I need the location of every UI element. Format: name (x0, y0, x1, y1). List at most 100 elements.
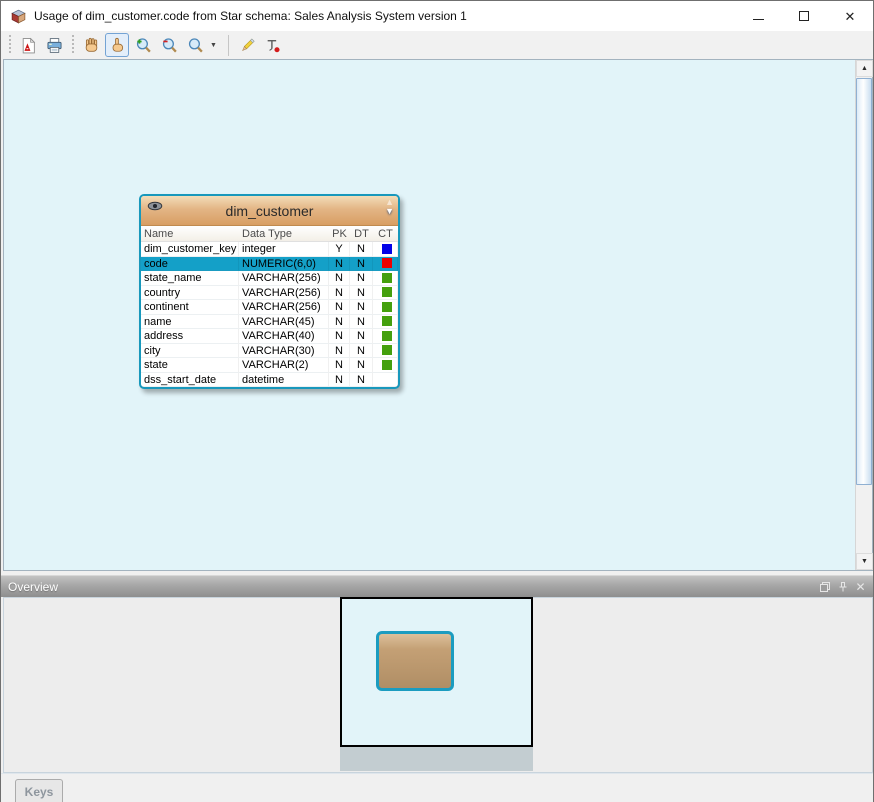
zoom-dropdown-arrow[interactable]: ▼ (208, 42, 222, 49)
cell-datatype: VARCHAR(256) (239, 286, 329, 301)
cell-dt: N (350, 315, 373, 330)
toolbar-separator (228, 35, 229, 56)
toolbar-grip[interactable] (70, 35, 75, 55)
trace-usage-button[interactable] (262, 33, 286, 57)
overview-panel-buttons: ✕ (818, 576, 867, 598)
table-row[interactable]: nameVARCHAR(45)NN (141, 315, 398, 330)
cell-name: name (141, 315, 239, 330)
printer-icon (46, 37, 63, 54)
minimize-button[interactable] (735, 1, 781, 31)
maximize-button[interactable] (781, 1, 827, 31)
table-row[interactable]: codeNUMERIC(6,0)NN (141, 257, 398, 272)
minimap-entity-shape[interactable] (376, 631, 454, 691)
app-window: Usage of dim_customer.code from Star sch… (0, 0, 874, 802)
cell-pk: N (329, 257, 350, 272)
overview-minimap[interactable] (340, 597, 533, 771)
minimize-icon (753, 19, 764, 20)
scroll-up-button[interactable]: ▲ (856, 60, 873, 77)
table-row[interactable]: cityVARCHAR(30)NN (141, 344, 398, 359)
cell-pk: N (329, 329, 350, 344)
window-controls: ✕ (735, 1, 873, 31)
titlebar: Usage of dim_customer.code from Star sch… (1, 1, 873, 31)
cell-name: code (141, 257, 239, 272)
cell-pk: N (329, 358, 350, 373)
float-panel-button[interactable] (818, 581, 831, 594)
magnifier-icon (187, 37, 204, 54)
float-window-icon (819, 581, 831, 593)
table-row[interactable]: addressVARCHAR(40)NN (141, 329, 398, 344)
table-row[interactable]: dss_start_datedatetimeNN (141, 373, 398, 388)
table-row[interactable]: state_nameVARCHAR(256)NN (141, 271, 398, 286)
pointing-hand-icon (109, 37, 126, 54)
export-pdf-button[interactable] (16, 33, 40, 57)
column-type-chip (382, 244, 392, 254)
expand-down-icon[interactable]: ▼ (385, 207, 394, 216)
table-row[interactable]: dim_customer_keyintegerYN (141, 242, 398, 257)
column-type-chip (382, 302, 392, 312)
minimap-viewport[interactable] (340, 597, 533, 747)
magnifier-plus-icon (135, 37, 152, 54)
entity-rows: dim_customer_keyintegerYNcodeNUMERIC(6,0… (141, 242, 398, 387)
select-tool-button[interactable] (105, 33, 129, 57)
vertical-scrollbar[interactable]: ▲ ▼ (855, 60, 872, 570)
column-type-chip (382, 287, 392, 297)
cell-dt: N (350, 329, 373, 344)
cell-pk: N (329, 344, 350, 359)
zoom-button[interactable] (183, 33, 207, 57)
cell-pk: N (329, 373, 350, 388)
pin-panel-button[interactable] (836, 581, 849, 594)
cell-datatype: VARCHAR(2) (239, 358, 329, 373)
table-row[interactable]: stateVARCHAR(2)NN (141, 358, 398, 373)
toolbar: ▼ (1, 31, 873, 59)
entity-header[interactable]: dim_customer ▲ ▼ (141, 196, 398, 226)
cell-datatype: integer (239, 242, 329, 257)
toolbar-grip[interactable] (7, 35, 12, 55)
entity-column-headers: Name Data Type PK DT CT (141, 226, 398, 242)
overview-panel-content (3, 597, 873, 773)
cell-ct (373, 329, 398, 344)
cell-ct (373, 242, 398, 257)
scroll-down-button[interactable]: ▼ (856, 553, 873, 570)
cell-name: dim_customer_key (141, 242, 239, 257)
eye-icon[interactable] (147, 201, 163, 211)
cell-ct (373, 286, 398, 301)
cell-dt: N (350, 271, 373, 286)
cell-pk: N (329, 300, 350, 315)
diagram-canvas[interactable]: dim_customer ▲ ▼ Name Data Type PK DT CT… (3, 59, 873, 571)
col-header-name: Name (141, 226, 239, 242)
pdf-document-icon (20, 37, 37, 54)
scrollbar-thumb[interactable] (856, 78, 872, 485)
table-row[interactable]: continentVARCHAR(256)NN (141, 300, 398, 315)
cell-name: state_name (141, 271, 239, 286)
zoom-in-button[interactable] (131, 33, 155, 57)
cell-datatype: VARCHAR(256) (239, 271, 329, 286)
zoom-out-button[interactable] (157, 33, 181, 57)
cell-datatype: datetime (239, 373, 329, 388)
col-header-pk: PK (329, 226, 350, 242)
tab-keys-label: Keys (25, 785, 54, 799)
minimap-offscreen-area[interactable] (340, 747, 533, 771)
entity-title: dim_customer (226, 203, 314, 219)
close-panel-button[interactable]: ✕ (854, 581, 867, 594)
cell-name: country (141, 286, 239, 301)
print-button[interactable] (42, 33, 66, 57)
cell-ct (373, 373, 398, 388)
close-button[interactable]: ✕ (827, 1, 873, 31)
cell-datatype: VARCHAR(256) (239, 300, 329, 315)
pan-tool-button[interactable] (79, 33, 103, 57)
tab-keys[interactable]: Keys (15, 779, 63, 802)
edit-button[interactable] (236, 33, 260, 57)
overview-panel-header[interactable]: Overview ✕ (1, 575, 873, 597)
cell-datatype: VARCHAR(45) (239, 315, 329, 330)
cell-pk: N (329, 315, 350, 330)
entity-dim-customer[interactable]: dim_customer ▲ ▼ Name Data Type PK DT CT… (139, 194, 400, 389)
window-title: Usage of dim_customer.code from Star sch… (34, 9, 467, 23)
cell-dt: N (350, 373, 373, 388)
col-header-ct: CT (373, 226, 398, 242)
column-type-chip (382, 360, 392, 370)
entity-collapse-arrows[interactable]: ▲ ▼ (385, 198, 394, 216)
table-row[interactable]: countryVARCHAR(256)NN (141, 286, 398, 301)
cell-dt: N (350, 358, 373, 373)
cell-datatype: VARCHAR(40) (239, 329, 329, 344)
cell-datatype: NUMERIC(6,0) (239, 257, 329, 272)
